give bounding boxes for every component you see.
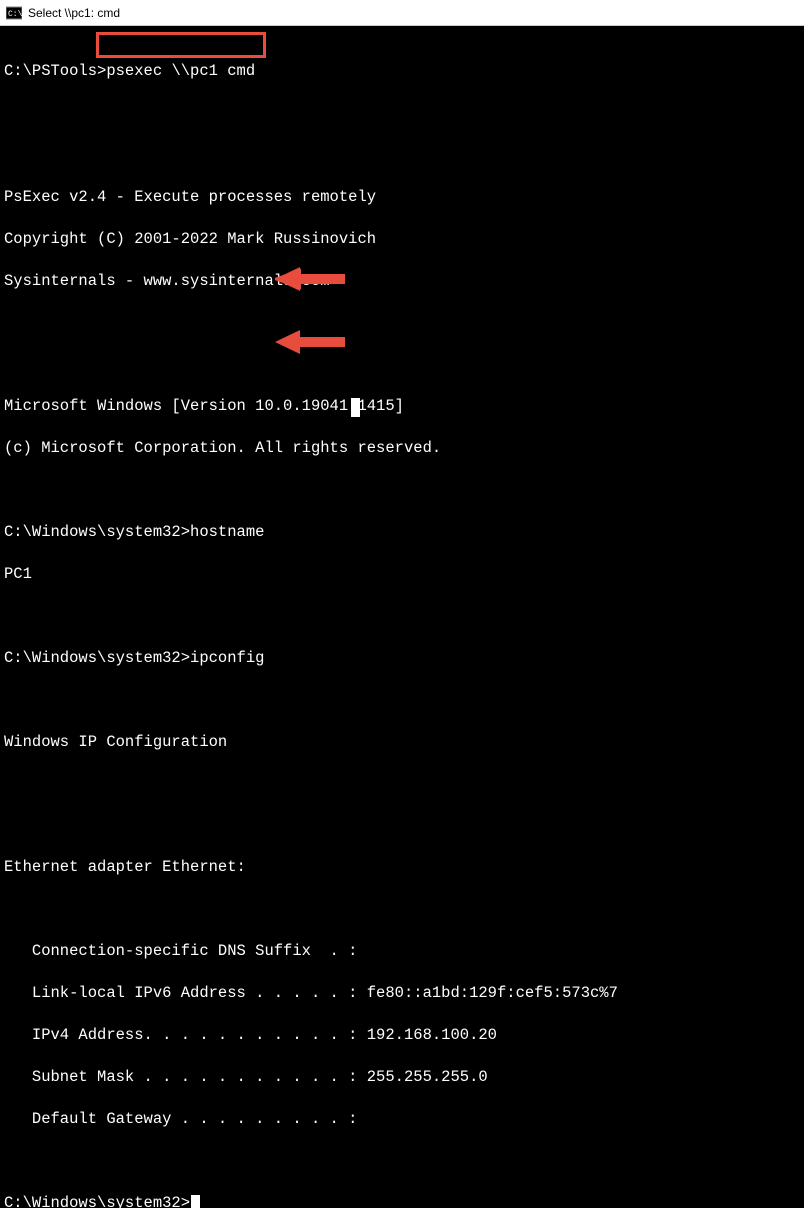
prompt-path: C:\Windows\system32> xyxy=(4,1194,190,1208)
cmd-icon: C:\ xyxy=(6,5,22,21)
gateway-line: Default Gateway . . . . . . . . . : xyxy=(4,1109,800,1130)
psexec-banner-line: PsExec v2.4 - Execute processes remotely xyxy=(4,187,800,208)
svg-text:C:\: C:\ xyxy=(8,10,22,19)
windows-copyright-line: (c) Microsoft Corporation. All rights re… xyxy=(4,438,800,459)
window-title: Select \\pc1: cmd xyxy=(28,6,120,20)
terminal-output[interactable]: C:\PSTools>psexec \\pc1 cmd PsExec v2.4 … xyxy=(0,26,804,604)
ipconfig-header: Windows IP Configuration xyxy=(4,732,800,753)
prompt-path: C:\Windows\system32> xyxy=(4,649,190,667)
psexec-banner-line: Copyright (C) 2001-2022 Mark Russinovich xyxy=(4,229,800,250)
highlight-annotation xyxy=(96,32,266,58)
prompt-path: C:\Windows\system32> xyxy=(4,523,190,541)
command-hostname: hostname xyxy=(190,523,264,541)
windows-version-line: Microsoft Windows [Version 10.0.19041.14… xyxy=(4,396,800,417)
dns-suffix-line: Connection-specific DNS Suffix . : xyxy=(4,941,800,962)
prompt-path: C:\PSTools> xyxy=(4,62,106,80)
mid-cursor xyxy=(351,398,360,417)
subnet-line: Subnet Mask . . . . . . . . . . . : 255.… xyxy=(4,1067,800,1088)
adapter-header: Ethernet adapter Ethernet: xyxy=(4,857,800,878)
command-psexec: psexec \\pc1 cmd xyxy=(106,62,255,80)
psexec-banner-line: Sysinternals - www.sysinternals.com xyxy=(4,271,800,292)
window-title-bar: C:\ Select \\pc1: cmd xyxy=(0,0,804,26)
hostname-output: PC1 xyxy=(4,564,800,585)
command-ipconfig: ipconfig xyxy=(190,649,264,667)
terminal-cursor xyxy=(191,1195,200,1208)
ipv6-line: Link-local IPv6 Address . . . . . : fe80… xyxy=(4,983,800,1004)
ipv4-line: IPv4 Address. . . . . . . . . . . : 192.… xyxy=(4,1025,800,1046)
